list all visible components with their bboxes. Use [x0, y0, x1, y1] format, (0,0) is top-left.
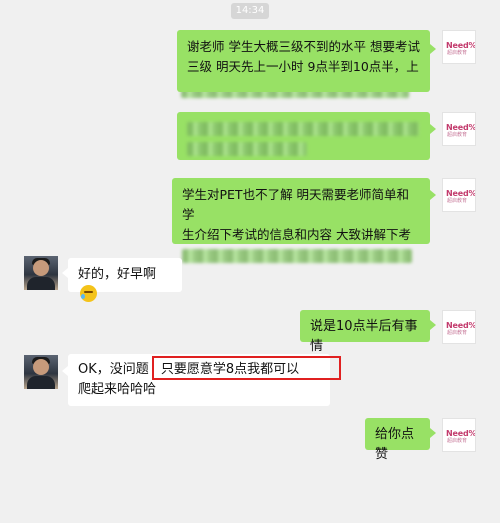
message-3-line-1: 学生对PET也不了解 明天需要老师简单和学	[182, 187, 410, 222]
message-bubble-1[interactable]: 谢老师 学生大概三级不到的水平 想要考试 三级 明天先上一小时 9点半到10点半…	[177, 30, 430, 98]
brand-logo-sub: 超启教育	[447, 50, 468, 56]
message-bubble-1-continuation	[177, 80, 430, 92]
brand-logo-sub: 超启教育	[447, 198, 468, 204]
bubble-tail	[430, 320, 436, 330]
redacted-text	[187, 139, 420, 159]
brand-logo-text: Need%	[446, 189, 476, 198]
my-avatar[interactable]: Need% 超启教育	[442, 112, 476, 146]
bubble-tail	[430, 44, 436, 54]
my-avatar[interactable]: Need% 超启教育	[442, 30, 476, 64]
redacted-text	[182, 245, 420, 265]
message-1-line-1: 谢老师 学生大概三级不到的水平 想要考试	[187, 39, 420, 54]
message-bubble-7[interactable]: 给你点赞	[365, 418, 430, 462]
brand-logo-text: Need%	[446, 321, 476, 330]
contact-avatar[interactable]	[24, 355, 58, 389]
bubble-tail	[430, 124, 436, 134]
my-avatar[interactable]: Need% 超启教育	[442, 178, 476, 212]
bubble-tail	[430, 190, 436, 200]
highlight-annotation-box	[152, 356, 341, 380]
brand-logo-text: Need%	[446, 429, 476, 438]
message-bubble-5[interactable]: 说是10点半后有事情	[300, 310, 430, 354]
brand-logo-sub: 超启教育	[447, 330, 468, 336]
message-6-line-3: 爬起来哈哈哈	[78, 382, 157, 397]
contact-avatar[interactable]	[24, 256, 58, 290]
redacted-text	[187, 119, 420, 139]
my-avatar[interactable]: Need% 超启教育	[442, 310, 476, 344]
bubble-tail	[430, 428, 436, 438]
brand-logo-text: Need%	[446, 41, 476, 50]
message-bubble-4[interactable]: 好的，好早啊	[68, 258, 182, 302]
brand-logo-sub: 超启教育	[447, 132, 468, 138]
message-4-text: 好的，好早啊	[78, 267, 157, 282]
message-3-line-2: 生介绍下考试的信息和内容 大致讲解下考	[182, 227, 411, 242]
my-avatar[interactable]: Need% 超启教育	[442, 418, 476, 452]
message-7-text: 给你点赞	[375, 427, 415, 462]
brand-logo-sub: 超启教育	[447, 438, 468, 444]
message-bubble-3[interactable]: 学生对PET也不了解 明天需要老师简单和学 生介绍下考试的信息和内容 大致讲解下…	[172, 178, 430, 263]
brand-logo-text: Need%	[446, 123, 476, 132]
message-6-line-1: OK，没问题	[78, 362, 149, 377]
message-5-text: 说是10点半后有事情	[310, 319, 418, 354]
message-bubble-2[interactable]	[177, 112, 430, 160]
message-1-line-2: 三级 明天先上一小时 9点半到10点半，上	[187, 59, 419, 74]
timestamp-pill: 14:34	[231, 3, 269, 19]
laughing-tears-emoji-icon	[80, 285, 97, 302]
